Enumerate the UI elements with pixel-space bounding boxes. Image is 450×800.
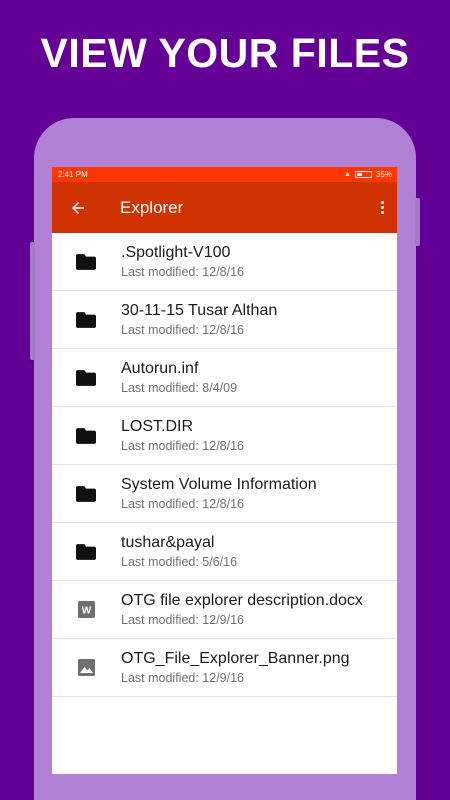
image-icon [52, 659, 120, 676]
folder-icon [52, 253, 120, 270]
status-time: 2:41 PM [58, 170, 88, 179]
file-modified-date: Last modified: 12/8/16 [121, 438, 244, 453]
file-row[interactable]: OTG_File_Explorer_Banner.png Last modifie… [52, 639, 397, 697]
file-name: LOST.DIR [121, 417, 194, 435]
word-doc-icon: W [52, 601, 120, 618]
file-modified-date: Last modified: 8/4/09 [121, 380, 238, 395]
battery-icon [354, 171, 372, 178]
overflow-menu-button[interactable] [367, 182, 397, 233]
app-bar: Explorer [52, 182, 397, 233]
file-text: Autorun.inf Last modified: 8/4/09 [121, 359, 237, 397]
folder-icon [52, 311, 120, 328]
promo-headline: VIEW YOUR FILES [40, 30, 410, 76]
file-name: 30-11-15 Tusar Althan [121, 301, 278, 319]
file-text: tushar&payal Last modified: 5/6/16 [121, 533, 237, 571]
arrow-back-icon [72, 201, 84, 214]
status-indicators: ▲ 35% [344, 170, 392, 179]
file-row[interactable]: 30-11-15 Tusar Althan Last modified: 12/8… [52, 291, 397, 349]
more-vert-icon [380, 201, 384, 204]
file-list: .Spotlight-V100 Last modified: 12/8/16 30-… [52, 233, 397, 697]
phone-side-button [30, 242, 35, 360]
file-text: .Spotlight-V100 Last modified: 12/8/16 [121, 243, 244, 281]
folder-icon [52, 369, 120, 386]
file-row[interactable]: W OTG file explorer description.docx Last … [52, 581, 397, 639]
file-name: OTG_File_Explorer_Banner.png [121, 649, 350, 667]
file-row[interactable]: .Spotlight-V100 Last modified: 12/8/16 [52, 233, 397, 291]
file-modified-date: Last modified: 12/9/16 [121, 612, 244, 627]
file-row[interactable]: tushar&payal Last modified: 5/6/16 [52, 523, 397, 581]
svg-text:W: W [81, 606, 91, 617]
file-name: OTG file explorer description.docx [121, 591, 363, 609]
signal-icon: ▲ [344, 171, 351, 178]
file-row[interactable]: Autorun.inf Last modified: 8/4/09 [52, 349, 397, 407]
file-row[interactable]: LOST.DIR Last modified: 12/8/16 [52, 407, 397, 465]
file-modified-date: Last modified: 12/9/16 [121, 670, 244, 685]
file-modified-date: Last modified: 12/8/16 [121, 322, 244, 337]
file-text: 30-11-15 Tusar Althan Last modified: 12/8… [121, 301, 277, 339]
file-row[interactable]: System Volume Information Last modified: … [52, 465, 397, 523]
file-name: Autorun.inf [121, 359, 199, 377]
file-modified-date: Last modified: 5/6/16 [121, 554, 238, 569]
file-name: tushar&payal [121, 533, 215, 551]
file-text: LOST.DIR Last modified: 12/8/16 [121, 417, 244, 455]
app-title: Explorer [120, 197, 184, 217]
file-modified-date: Last modified: 12/8/16 [121, 496, 244, 511]
phone-power-button [415, 198, 420, 246]
folder-icon [52, 485, 120, 502]
file-modified-date: Last modified: 12/8/16 [121, 264, 244, 279]
back-button[interactable] [52, 182, 104, 233]
file-name: System Volume Information [121, 475, 317, 493]
file-text: OTG_File_Explorer_Banner.png Last modifie… [121, 649, 350, 687]
file-text: System Volume Information Last modified: … [121, 475, 317, 513]
battery-percent: 35% [375, 170, 392, 179]
file-name: .Spotlight-V100 [121, 243, 231, 261]
folder-icon [52, 427, 120, 444]
status-bar: 2:41 PM ▲ 35% [52, 167, 397, 182]
file-text: OTG file explorer description.docx Last m… [121, 591, 363, 629]
folder-icon [52, 543, 120, 560]
phone-screen: 2:41 PM ▲ 35% Explorer .Spotlight-V100 La… [52, 167, 397, 774]
